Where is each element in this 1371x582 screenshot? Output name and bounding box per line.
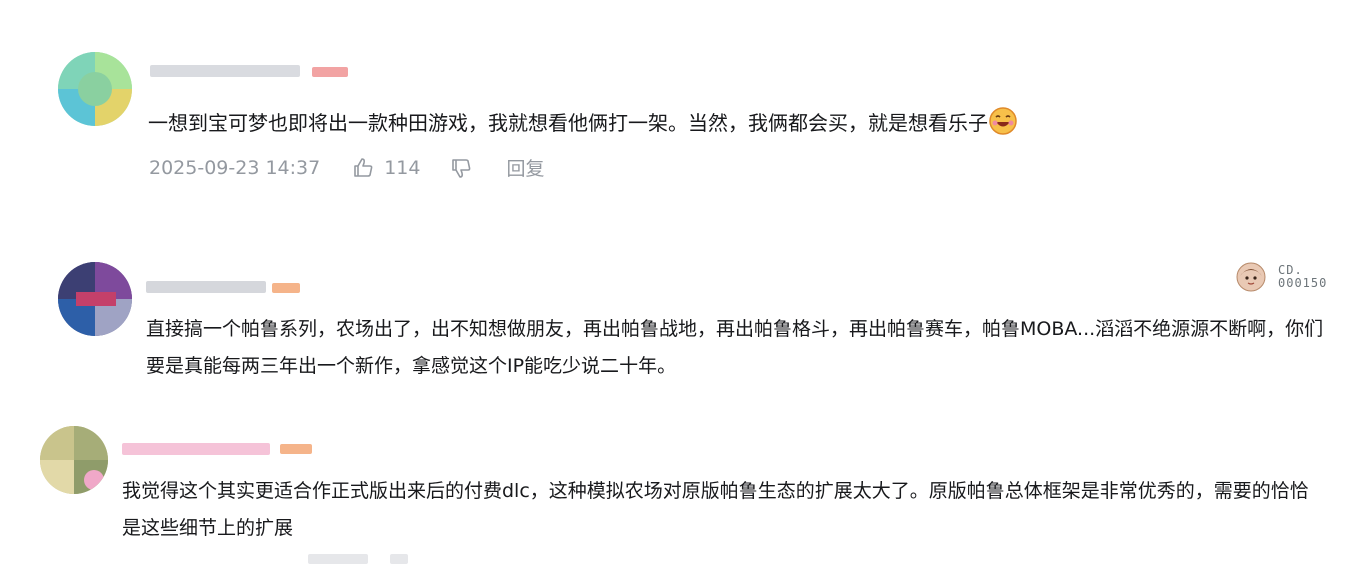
avatar[interactable] <box>40 426 108 494</box>
avatar[interactable] <box>58 262 132 336</box>
level-badge <box>272 283 300 293</box>
comment-text: 直接搞一个帕鲁系列，农场出了，出不知想做朋友，再出帕鲁战地，再出帕鲁格斗，再出帕… <box>146 311 1336 385</box>
fan-badge[interactable]: CD. 000150 <box>1236 262 1327 292</box>
username[interactable] <box>150 60 310 82</box>
like-count: 114 <box>384 156 421 179</box>
level-badge <box>280 444 312 454</box>
comment-text: 我觉得这个其实更适合作正式版出来后的付费dlc，这种模拟农场对原版帕鲁生态的扩展… <box>122 473 1322 547</box>
dislike-button[interactable] <box>450 157 472 179</box>
like-button[interactable]: 114 <box>352 157 420 179</box>
timestamp: 2025-09-23 14:37 <box>149 156 321 179</box>
comment-text-content: 我觉得这个其实更适合作正式版出来后的付费dlc，这种模拟农场对原版帕鲁生态的扩展… <box>122 480 1309 539</box>
comment-text-content: 直接搞一个帕鲁系列，农场出了，出不知想做朋友，再出帕鲁战地，再出帕鲁格斗，再出帕… <box>146 318 1324 377</box>
partially-visible-meta-row <box>290 552 430 564</box>
fan-badge-line-2: 000150 <box>1278 276 1328 290</box>
thumbs-down-icon <box>452 158 471 178</box>
fan-badge-text: CD. 000150 <box>1278 264 1327 290</box>
fan-badge-avatar-icon <box>1236 262 1266 292</box>
comment-text-content: 一想到宝可梦也即将出一款种田游戏，我就想看他俩打一架。当然，我俩都会买，就是想看… <box>148 111 988 135</box>
comment-text: 一想到宝可梦也即将出一款种田游戏，我就想看他俩打一架。当然，我俩都会买，就是想看… <box>148 104 1308 142</box>
comment-meta: 2025-09-23 14:37 114 回复 <box>149 154 545 181</box>
username[interactable] <box>146 276 276 298</box>
reply-button[interactable]: 回复 <box>506 154 544 181</box>
grinning-hot-face-emoji-icon <box>988 106 1018 136</box>
username[interactable] <box>122 438 272 460</box>
thumbs-up-icon <box>354 157 373 177</box>
level-badge <box>312 67 348 77</box>
avatar[interactable] <box>58 52 132 126</box>
